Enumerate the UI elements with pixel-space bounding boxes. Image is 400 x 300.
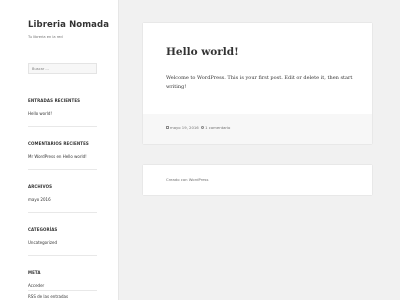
post-card: Hello world! Welcome to WordPress. This … <box>143 23 372 144</box>
widget-title-recent-comments: COMENTARIOS RECIENTES <box>28 141 89 146</box>
widget-divider <box>28 169 97 170</box>
post-comments-link[interactable]: 1 comentario <box>205 125 230 130</box>
sidebar: Libreria Nomada Tu libreria en la red Bu… <box>0 0 119 300</box>
widget-divider <box>28 255 97 256</box>
login-link[interactable]: Acceder <box>28 283 44 288</box>
comment-icon <box>201 126 205 130</box>
site-footer: Creado con WordPress <box>143 165 372 195</box>
post-meta-bar: mayo 19, 2016 1 comentario <box>143 114 372 144</box>
post-date-link[interactable]: mayo 19, 2016 <box>170 125 199 130</box>
post-title[interactable]: Hello world! <box>166 46 239 58</box>
rss-entries-link[interactable]: RSS de las entradas <box>28 294 68 299</box>
search-input[interactable]: Buscar ... <box>28 63 97 74</box>
recent-post-link[interactable]: Hello world! <box>28 111 52 116</box>
widget-title-categories: CATEGORÍAS <box>28 227 58 232</box>
recent-comment-link[interactable]: Mr WordPress en Hello world! <box>28 154 87 159</box>
site-description: Tu libreria en la red <box>28 35 63 39</box>
widget-title-recent-posts: ENTRADAS RECIENTES <box>28 98 81 103</box>
footer-credit-link[interactable]: Creado con WordPress <box>166 177 209 182</box>
widget-title-archives: ARCHIVOS <box>28 184 53 189</box>
post-meta: mayo 19, 2016 1 comentario <box>166 125 230 130</box>
category-link[interactable]: Uncategorized <box>28 240 57 245</box>
archive-link[interactable]: mayo 2016 <box>28 197 51 202</box>
widget-divider <box>28 126 97 127</box>
post-content: Welcome to WordPress. This is your first… <box>166 75 353 90</box>
widget-divider <box>28 212 97 213</box>
widget-divider <box>28 290 97 291</box>
widget-title-meta: META <box>28 270 41 275</box>
site-title[interactable]: Libreria Nomada <box>28 20 109 30</box>
calendar-icon <box>166 126 169 130</box>
